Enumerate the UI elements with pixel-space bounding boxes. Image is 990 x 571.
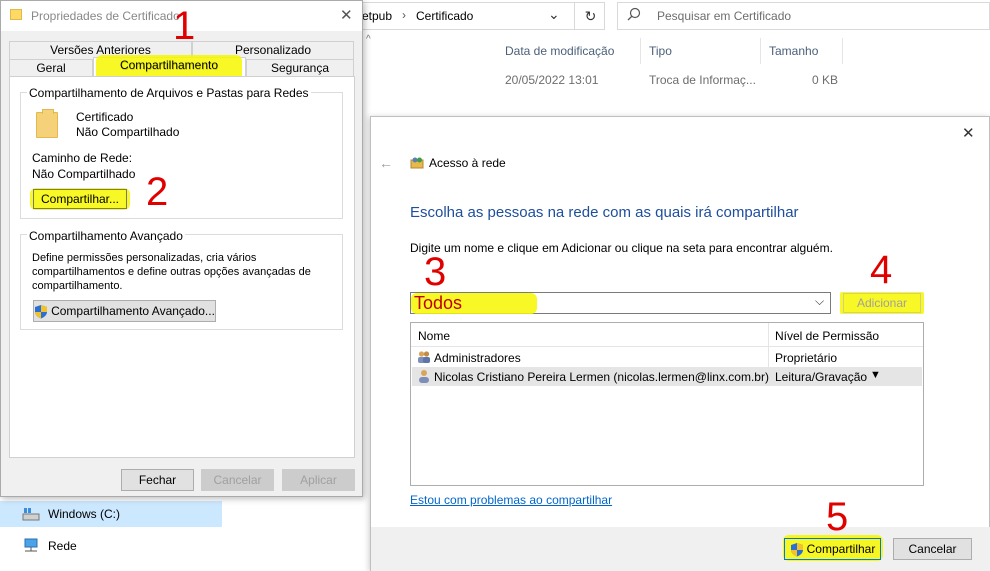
tab-compartilhamento-label[interactable]: Compartilhamento — [96, 58, 242, 72]
column-name[interactable]: Nome — [418, 329, 450, 343]
user-input[interactable]: Todos — [414, 293, 462, 314]
advanced-description: Define permissões personalizadas, cria v… — [32, 252, 311, 292]
address-dropdown-icon[interactable]: ⌄ — [548, 6, 560, 23]
group-title: Compartilhamento Avançado — [27, 229, 185, 243]
group-title: Compartilhamento de Arquivos e Pastas pa… — [27, 86, 311, 100]
column-date[interactable]: Data de modificação — [505, 44, 614, 58]
file-size: 0 KB — [812, 73, 839, 87]
chevron-down-icon[interactable]: ⌵ — [815, 294, 824, 309]
advanced-sharing-label: Compartilhamento Avançado... — [51, 304, 215, 318]
dropdown-arrow-icon[interactable]: ▼ — [870, 369, 881, 381]
tab-geral[interactable]: Geral — [9, 59, 93, 77]
drive-icon — [22, 508, 40, 521]
search-input[interactable]: Pesquisar em Certificado — [657, 9, 791, 23]
network-icon — [24, 538, 38, 552]
collapse-icon[interactable]: ^ — [366, 34, 371, 45]
breadcrumb-separator: › — [402, 8, 406, 22]
network-users-icon — [410, 157, 424, 169]
network-path-label: Caminho de Rede: — [32, 151, 133, 165]
share-button[interactable]: Compartilhar... — [33, 189, 127, 209]
list-item-name: Administradores — [434, 351, 521, 365]
user-icon — [419, 370, 429, 383]
nav-item-windows-c[interactable]: Windows (C:) — [0, 501, 222, 527]
list-item-name: Nicolas Cristiano Pereira Lermen (nicola… — [434, 370, 769, 384]
annotation-3: 3 — [424, 250, 447, 294]
folder-icon — [36, 109, 58, 138]
shield-icon — [790, 542, 803, 556]
share-confirm-button[interactable]: Compartilhar — [784, 538, 881, 560]
tab-seguranca[interactable]: Segurança — [246, 59, 354, 77]
address-bar[interactable] — [360, 2, 605, 30]
apply-button[interactable]: Aplicar — [282, 469, 355, 491]
refresh-icon: ↻ — [584, 7, 597, 24]
annotation-5: 5 — [826, 495, 849, 539]
dialog-instruction: Digite um nome e clique em Adicionar ou … — [410, 241, 833, 255]
column-permission[interactable]: Nível de Permissão — [775, 329, 879, 343]
back-arrow-icon[interactable]: ← — [379, 155, 393, 171]
search-icon — [627, 7, 641, 21]
cancel-share-button[interactable]: Cancelar — [893, 538, 972, 560]
add-button[interactable]: Adicionar — [843, 293, 921, 313]
refresh-button[interactable]: ↻ — [574, 2, 606, 30]
dialog-heading: Escolha as pessoas na rede com as quais … — [410, 204, 799, 221]
file-date: 20/05/2022 13:01 — [505, 73, 599, 87]
folder-status: Não Compartilhado — [76, 125, 180, 139]
column-type[interactable]: Tipo — [649, 44, 672, 58]
advanced-sharing-button[interactable]: Compartilhamento Avançado... — [33, 300, 216, 322]
annotation-4: 4 — [870, 248, 893, 292]
column-divider — [640, 38, 641, 64]
column-divider — [760, 38, 761, 64]
share-confirm-label: Compartilhar — [806, 542, 876, 556]
folder-name: Certificado — [76, 110, 134, 124]
dialog-title: Propriedades de Certificado — [31, 9, 180, 23]
file-type: Troca de Informaç... — [649, 73, 756, 87]
list-item-permission: Proprietário — [775, 351, 838, 365]
permission-dropdown[interactable]: Leitura/Gravação — [775, 370, 867, 384]
shield-icon — [35, 304, 48, 318]
network-path-value: Não Compartilhado — [32, 167, 136, 181]
nav-item-rede[interactable]: Rede — [0, 533, 222, 559]
breadcrumb-folder[interactable]: Certificado — [416, 9, 473, 23]
column-divider — [842, 38, 843, 64]
cancel-button[interactable]: Cancelar — [201, 469, 274, 491]
nav-item-label: Windows (C:) — [48, 507, 121, 521]
annotation-2: 2 — [146, 170, 169, 214]
address-prefix: etpub — [362, 9, 393, 23]
annotation-1: 1 — [173, 4, 196, 48]
close-button[interactable]: Fechar — [121, 469, 194, 491]
nav-item-label: Rede — [48, 539, 77, 553]
group-users-icon — [418, 351, 430, 363]
close-icon[interactable]: ✕ — [340, 6, 353, 24]
folder-icon — [10, 9, 22, 20]
close-icon[interactable]: ✕ — [962, 124, 975, 142]
help-link[interactable]: Estou com problemas ao compartilhar — [410, 493, 612, 507]
column-size[interactable]: Tamanho — [769, 44, 818, 58]
dialog-nav-title: Acesso à rede — [429, 156, 506, 170]
